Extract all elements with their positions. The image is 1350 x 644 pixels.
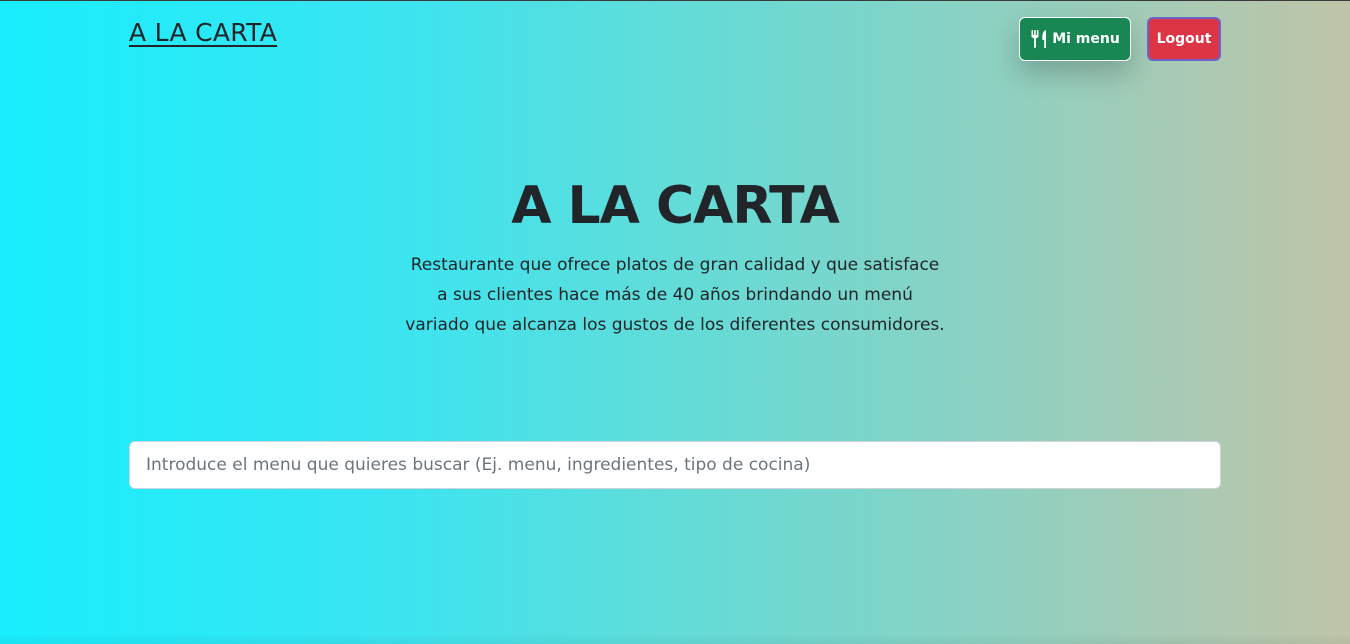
utensils-icon: [1030, 29, 1050, 49]
mi-menu-button[interactable]: Mi menu: [1019, 17, 1131, 61]
hero-title: A LA CARTA: [511, 176, 840, 236]
top-border: [0, 0, 1350, 1]
bottom-shade: [0, 634, 1350, 644]
menu-search-input[interactable]: [129, 441, 1221, 489]
logout-button[interactable]: Logout: [1147, 17, 1221, 61]
brand-link[interactable]: A LA CARTA: [129, 18, 277, 47]
mi-menu-label: Mi menu: [1052, 31, 1120, 47]
hero-description: Restaurante que ofrece platos de gran ca…: [405, 255, 945, 335]
